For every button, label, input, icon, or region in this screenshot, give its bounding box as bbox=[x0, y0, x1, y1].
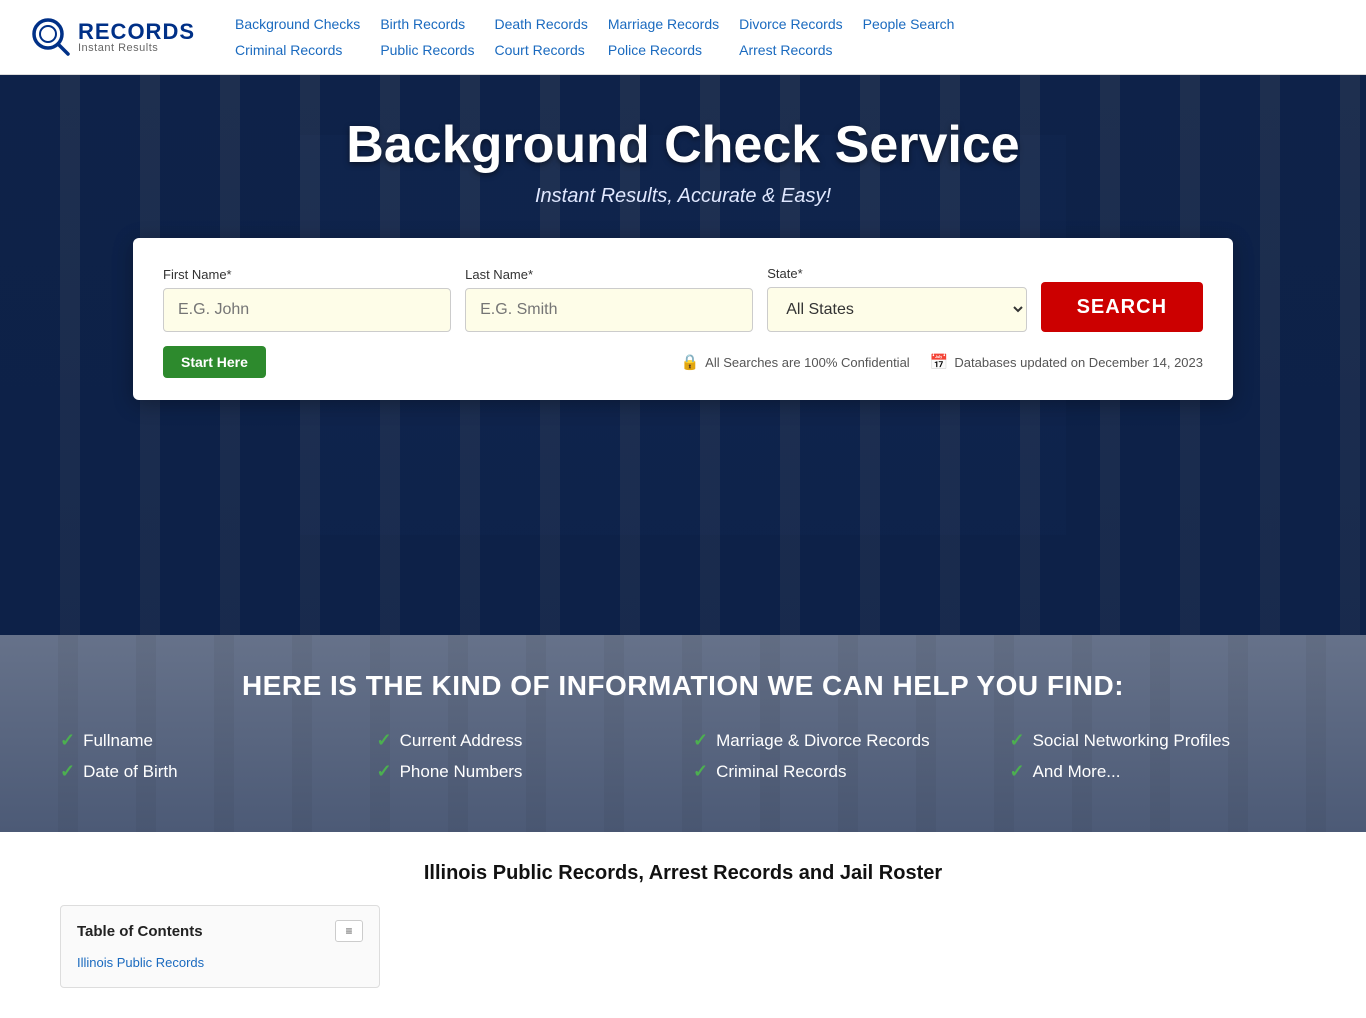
info-item: ✓ Current Address bbox=[377, 730, 674, 751]
state-field: State* All States AlabamaAlaskaArizona A… bbox=[767, 266, 1026, 332]
toc-item[interactable]: Illinois Public Records bbox=[77, 952, 363, 973]
first-name-input[interactable] bbox=[163, 288, 451, 332]
database-text: Databases updated on December 14, 2023 bbox=[954, 355, 1203, 370]
checkmark-icon: ✓ bbox=[377, 761, 392, 782]
first-name-field: First Name* bbox=[163, 267, 451, 332]
nav-link-public-records[interactable]: Public Records bbox=[380, 39, 474, 61]
nav-link-people-search[interactable]: People Search bbox=[863, 13, 955, 35]
lock-icon: 🔒 bbox=[680, 353, 699, 371]
state-label: State* bbox=[767, 266, 1026, 281]
checkmark-icon: ✓ bbox=[693, 730, 708, 751]
nav-link-divorce-records[interactable]: Divorce Records bbox=[739, 13, 842, 35]
nav-link-death-records[interactable]: Death Records bbox=[494, 13, 587, 35]
info-item: ✓ Phone Numbers bbox=[377, 761, 674, 782]
nav-link-marriage-records[interactable]: Marriage Records bbox=[608, 13, 719, 35]
search-footer: Start Here 🔒 All Searches are 100% Confi… bbox=[163, 346, 1203, 378]
table-of-contents: Table of Contents ≡ Illinois Public Reco… bbox=[60, 905, 380, 988]
info-item: ✓ Social Networking Profiles bbox=[1010, 730, 1307, 751]
info-item-text: Current Address bbox=[400, 731, 523, 751]
info-grid: ✓Fullname✓Date of Birth✓Current Address✓… bbox=[60, 730, 1306, 782]
toc-heading: Table of Contents bbox=[77, 923, 203, 940]
info-item-text: And More... bbox=[1033, 762, 1121, 782]
last-name-field: Last Name* bbox=[465, 267, 753, 332]
info-item: ✓ Date of Birth bbox=[60, 761, 357, 782]
info-item-text: Marriage & Divorce Records bbox=[716, 731, 930, 751]
confidential-text: All Searches are 100% Confidential bbox=[705, 355, 910, 370]
info-col-3: ✓ Social Networking Profiles ✓ And More... bbox=[1010, 730, 1307, 782]
nav-link-police-records[interactable]: Police Records bbox=[608, 39, 719, 61]
logo-icon bbox=[30, 16, 72, 58]
checkmark-icon: ✓ bbox=[60, 730, 75, 751]
database-meta: 📅 Databases updated on December 14, 2023 bbox=[930, 353, 1203, 371]
state-select[interactable]: All States AlabamaAlaskaArizona Arkansas… bbox=[767, 287, 1026, 332]
info-item-text: Phone Numbers bbox=[400, 762, 523, 782]
toc-header: Table of Contents ≡ bbox=[77, 920, 363, 942]
start-here-button[interactable]: Start Here bbox=[163, 346, 266, 378]
content-title: Illinois Public Records, Arrest Records … bbox=[60, 862, 1306, 885]
site-header: RECORDS Instant Results Background Check… bbox=[0, 0, 1366, 75]
nav-link-criminal-records[interactable]: Criminal Records bbox=[235, 39, 360, 61]
hero-section: Background Check Service Instant Results… bbox=[0, 75, 1366, 635]
search-meta: 🔒 All Searches are 100% Confidential 📅 D… bbox=[680, 353, 1203, 371]
nav-link-court-records[interactable]: Court Records bbox=[494, 39, 587, 61]
hero-title: Background Check Service bbox=[346, 115, 1019, 175]
info-item-text: Social Networking Profiles bbox=[1033, 731, 1230, 751]
info-item-text: Fullname bbox=[83, 731, 153, 751]
search-box: First Name* Last Name* State* All States… bbox=[133, 238, 1233, 400]
checkmark-icon: ✓ bbox=[1010, 730, 1025, 751]
checkmark-icon: ✓ bbox=[60, 761, 75, 782]
checkmark-icon: ✓ bbox=[377, 730, 392, 751]
toc-items: Illinois Public Records bbox=[77, 952, 363, 973]
last-name-input[interactable] bbox=[465, 288, 753, 332]
nav-link-birth-records[interactable]: Birth Records bbox=[380, 13, 474, 35]
info-item-text: Date of Birth bbox=[83, 762, 178, 782]
info-col-2: ✓ Marriage & Divorce Records ✓ Criminal Rec… bbox=[693, 730, 990, 782]
nav-link-background-checks[interactable]: Background Checks bbox=[235, 13, 360, 35]
info-section: HERE IS THE KIND OF INFORMATION WE CAN H… bbox=[0, 635, 1366, 832]
logo[interactable]: RECORDS Instant Results bbox=[30, 16, 195, 58]
toc-toggle-button[interactable]: ≡ bbox=[335, 920, 363, 942]
info-item: ✓ Marriage & Divorce Records bbox=[693, 730, 990, 751]
info-item-text: Criminal Records bbox=[716, 762, 846, 782]
checkmark-icon: ✓ bbox=[693, 761, 708, 782]
nav-link-arrest-records[interactable]: Arrest Records bbox=[739, 39, 842, 61]
hero-subtitle: Instant Results, Accurate & Easy! bbox=[535, 185, 831, 208]
search-button[interactable]: SEARCH bbox=[1041, 282, 1203, 332]
last-name-label: Last Name* bbox=[465, 267, 753, 282]
info-item: ✓ And More... bbox=[1010, 761, 1307, 782]
info-item: ✓ Fullname bbox=[60, 730, 357, 751]
info-col-0: ✓ Fullname ✓ Date of Birth bbox=[60, 730, 357, 782]
calendar-icon: 📅 bbox=[930, 353, 949, 371]
confidential-meta: 🔒 All Searches are 100% Confidential bbox=[680, 353, 909, 371]
logo-tagline: Instant Results bbox=[78, 43, 195, 54]
info-title: HERE IS THE KIND OF INFORMATION WE CAN H… bbox=[60, 670, 1306, 702]
logo-brand-name: RECORDS bbox=[78, 21, 195, 43]
content-section: Illinois Public Records, Arrest Records … bbox=[0, 832, 1366, 1018]
first-name-label: First Name* bbox=[163, 267, 451, 282]
info-item: ✓ Criminal Records bbox=[693, 761, 990, 782]
info-col-1: ✓ Current Address ✓ Phone Numbers bbox=[377, 730, 674, 782]
main-nav: Background Checks Birth Records Death Reco… bbox=[235, 13, 954, 61]
checkmark-icon: ✓ bbox=[1010, 761, 1025, 782]
